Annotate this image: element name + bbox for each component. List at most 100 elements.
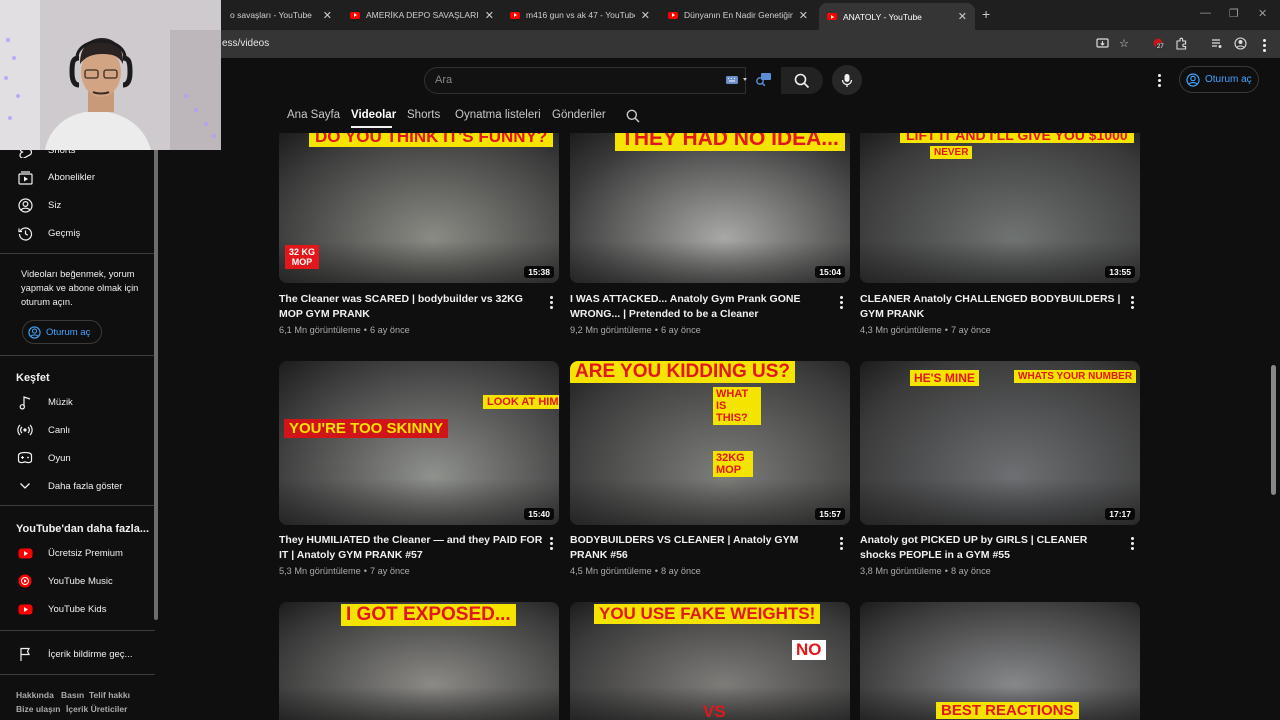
sidebar-item-label: Abonelikler: [48, 171, 95, 183]
divider: [0, 674, 155, 675]
sidebar-item-report[interactable]: İçerik bildirme geç...: [0, 644, 150, 664]
footer-link-creators[interactable]: İçerik Üreticiler: [66, 704, 127, 714]
thumbnail-caption: WHAT IS THIS?: [713, 387, 761, 425]
maximize-icon[interactable]: ❐: [1229, 7, 1239, 20]
sidebar-item-live[interactable]: Canlı: [0, 420, 150, 440]
video-thumbnail[interactable]: DO YOU THINK IT'S FUNNY? 32 KG MOP 15:38: [279, 133, 559, 283]
video-duration: 13:55: [1105, 266, 1135, 278]
thumbnail-floor: [279, 479, 559, 525]
search-icon: [794, 73, 810, 88]
video-thumbnail[interactable]: I GOT EXPOSED...: [279, 602, 559, 720]
sidebar-scrollbar[interactable]: [154, 140, 158, 620]
video-menu-icon[interactable]: [1131, 296, 1135, 311]
video-title[interactable]: BODYBUILDERS VS CLEANER | Anatoly GYM PR…: [570, 533, 835, 563]
sidebar-item-you[interactable]: Siz: [0, 195, 150, 215]
video-thumbnail[interactable]: YOU USE FAKE WEIGHTS! NO VS: [570, 602, 850, 720]
voice-search-button[interactable]: [832, 65, 862, 95]
thumbnail-caption: YOU USE FAKE WEIGHTS!: [594, 604, 821, 624]
video-thumbnail[interactable]: HE'S MINE WHATS YOUR NUMBER 17:17: [860, 361, 1140, 525]
channel-search-icon[interactable]: [626, 109, 640, 128]
youtube-premium-icon: [17, 545, 33, 561]
sidebar-item-youtube-music[interactable]: YouTube Music: [0, 571, 150, 591]
new-tab-icon[interactable]: +: [982, 6, 990, 22]
thumbnail-caption: HE'S MINE: [910, 370, 979, 386]
bookmark-star-icon[interactable]: ☆: [1117, 37, 1131, 51]
signin-prompt: Videoları beğenmek, yorum yapmak ve abon…: [21, 269, 139, 307]
page-scrollbar[interactable]: [1271, 365, 1276, 495]
sidebar-item-premium[interactable]: Ücretsiz Premium: [0, 543, 150, 563]
video-title[interactable]: They HUMILIATED the Cleaner — and they P…: [279, 533, 544, 563]
sidebar-item-label: Canlı: [48, 424, 71, 436]
browser-tab[interactable]: AMERİKA DEPO SAVAŞLARI - Yo ✕: [342, 4, 502, 26]
video-title[interactable]: The Cleaner was SCARED | bodybuilder vs …: [279, 292, 544, 322]
browser-tab-active[interactable]: ANATOLY - YouTube ✕: [819, 3, 975, 30]
thumbnail-floor: [860, 241, 1140, 283]
tab-title: ANATOLY - YouTube: [843, 11, 922, 22]
tab-posts[interactable]: Gönderiler: [552, 109, 606, 121]
extension-badge-icon[interactable]: 27: [1151, 37, 1165, 51]
sidebar-item-label: Geçmiş: [48, 227, 81, 239]
browser-tab[interactable]: o savaşları - YouTube ✕: [222, 4, 340, 26]
sign-in-button[interactable]: Oturum aç: [1179, 66, 1259, 93]
video-views: 9,2 Mn görüntüleme: [570, 325, 652, 335]
extensions-puzzle-icon[interactable]: [1174, 37, 1188, 51]
close-tab-icon[interactable]: ✕: [641, 9, 650, 22]
youtube-favicon-icon: [510, 11, 520, 19]
sidebar-item-youtube-kids[interactable]: YouTube Kids: [0, 599, 150, 619]
video-thumbnail[interactable]: YOU'RE TOO SKINNY LOOK AT HIM 15:40: [279, 361, 559, 525]
video-menu-icon[interactable]: [840, 296, 844, 311]
video-meta: 5,3 Mn görüntüleme • 7 ay önce: [279, 566, 410, 576]
video-menu-icon[interactable]: [1131, 537, 1135, 552]
install-app-icon[interactable]: [1095, 37, 1109, 51]
youtube-kids-icon: [17, 601, 33, 617]
sidebar-show-more[interactable]: Daha fazla göster: [0, 476, 150, 496]
settings-menu-icon[interactable]: [1158, 74, 1162, 89]
search-button[interactable]: [781, 67, 823, 94]
sidebar-item-subscriptions[interactable]: Abonelikler: [0, 167, 150, 187]
video-views: 3,8 Mn görüntüleme: [860, 566, 942, 576]
sidebar-item-music[interactable]: Müzik: [0, 392, 150, 412]
close-tab-icon[interactable]: ✕: [485, 9, 494, 22]
profile-icon[interactable]: [1233, 37, 1247, 51]
sidebar-sign-in-button[interactable]: Oturum aç: [22, 320, 102, 344]
tab-playlists[interactable]: Oynatma listeleri: [455, 109, 541, 121]
close-window-icon[interactable]: ✕: [1258, 7, 1267, 20]
url-field[interactable]: ess/videos: [222, 38, 269, 49]
video-thumbnail[interactable]: ARE YOU KIDDING US? WHAT IS THIS? 32KG M…: [570, 361, 850, 525]
video-thumbnail[interactable]: THEY HAD NO IDEA... 15:04: [570, 133, 850, 283]
video-menu-icon[interactable]: [550, 296, 554, 311]
video-menu-icon[interactable]: [840, 537, 844, 552]
media-controls-icon[interactable]: [1209, 37, 1223, 51]
close-tab-icon[interactable]: ✕: [799, 9, 808, 22]
video-thumbnail[interactable]: LIFT IT AND I'LL GIVE YOU $1000 NEVER 13…: [860, 133, 1140, 283]
chevron-down-icon[interactable]: [743, 78, 747, 81]
video-menu-icon[interactable]: [550, 537, 554, 552]
close-tab-icon[interactable]: ✕: [958, 10, 967, 23]
footer-link-contact[interactable]: Bize ulaşın: [16, 704, 60, 714]
sidebar-item-label: Müzik: [48, 396, 73, 408]
video-age: 8 ay önce: [950, 566, 991, 576]
visual-search-icon[interactable]: [752, 69, 774, 91]
browser-tab[interactable]: Dünyanın En Nadir Genetiğini A ✕: [660, 4, 816, 26]
account-circle-icon: [28, 325, 41, 339]
sidebar-item-history[interactable]: Geçmiş: [0, 223, 150, 243]
tab-home[interactable]: Ana Sayfa: [287, 109, 340, 121]
sidebar-item-label: Siz: [48, 199, 62, 211]
video-title[interactable]: Anatoly got PICKED UP by GIRLS | CLEANER…: [860, 533, 1125, 563]
video-title[interactable]: CLEANER Anatoly CHALLENGED BODYBUILDERS …: [860, 292, 1125, 322]
browser-menu-icon[interactable]: [1263, 39, 1267, 54]
sidebar: Shorts Abonelikler Siz Geçmiş Videoları …: [0, 140, 155, 720]
close-tab-icon[interactable]: ✕: [323, 9, 332, 22]
video-thumbnail[interactable]: BEST REACTIONS: [860, 602, 1140, 720]
tab-shorts[interactable]: Shorts: [407, 109, 440, 121]
tab-videos[interactable]: Videolar: [351, 109, 396, 121]
video-title[interactable]: I WAS ATTACKED... Anatoly Gym Prank GONE…: [570, 292, 835, 322]
browser-tab[interactable]: m416 gun vs ak 47 - YouTube ✕: [502, 4, 658, 26]
footer-link-copyright[interactable]: Telif hakkı: [89, 690, 130, 700]
footer-link-press[interactable]: Basın: [61, 690, 84, 700]
sidebar-item-gaming[interactable]: Oyun: [0, 448, 150, 468]
minimize-icon[interactable]: —: [1200, 7, 1211, 19]
search-input[interactable]: [435, 74, 705, 86]
footer-link-about[interactable]: Hakkında: [16, 690, 54, 700]
keyboard-icon[interactable]: [725, 73, 739, 87]
